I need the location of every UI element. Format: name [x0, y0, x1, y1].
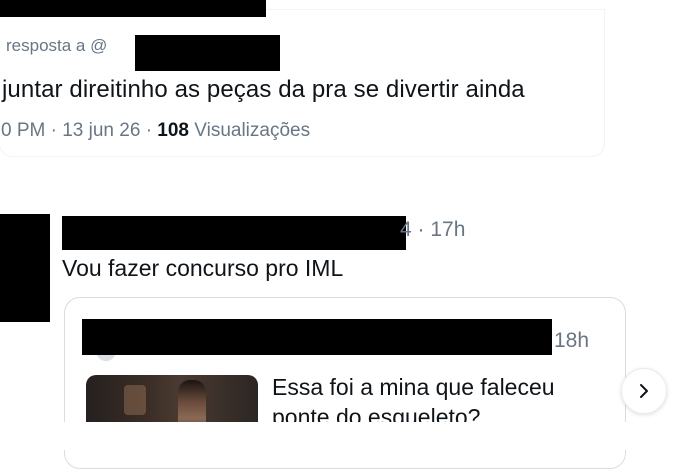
quoted-time[interactable]: 18h: [554, 329, 589, 353]
chevron-right-icon: [640, 384, 648, 398]
redacted-name: [0, 0, 266, 17]
reply-to-text: resposta a @: [6, 36, 108, 55]
thumbnail-light: [124, 385, 146, 415]
tweet-text: juntar direitinho as peças da pra se div…: [2, 76, 525, 103]
next-button[interactable]: [621, 368, 667, 414]
reply-to-label: resposta a @: [6, 36, 107, 56]
redacted-avatar[interactable]: [0, 214, 50, 322]
quoted-line-1: Essa foi a mina que faleceu: [272, 374, 555, 400]
bottom-edge: [0, 422, 680, 450]
tweet-meta: 0 PM · 13 jun 26 · 108 Visualizações: [1, 120, 310, 142]
reply-text: Vou fazer concurso pro IML: [62, 255, 344, 281]
views-label: Visualizações: [189, 120, 311, 141]
redacted-quoted-username[interactable]: [82, 319, 552, 355]
redacted-handle: [135, 35, 280, 71]
view-count: 108: [157, 120, 189, 141]
redacted-username[interactable]: [62, 216, 406, 250]
reply-time[interactable]: 4 · 17h: [400, 218, 465, 242]
tweet-timestamp[interactable]: 0 PM · 13 jun 26 ·: [1, 120, 157, 141]
